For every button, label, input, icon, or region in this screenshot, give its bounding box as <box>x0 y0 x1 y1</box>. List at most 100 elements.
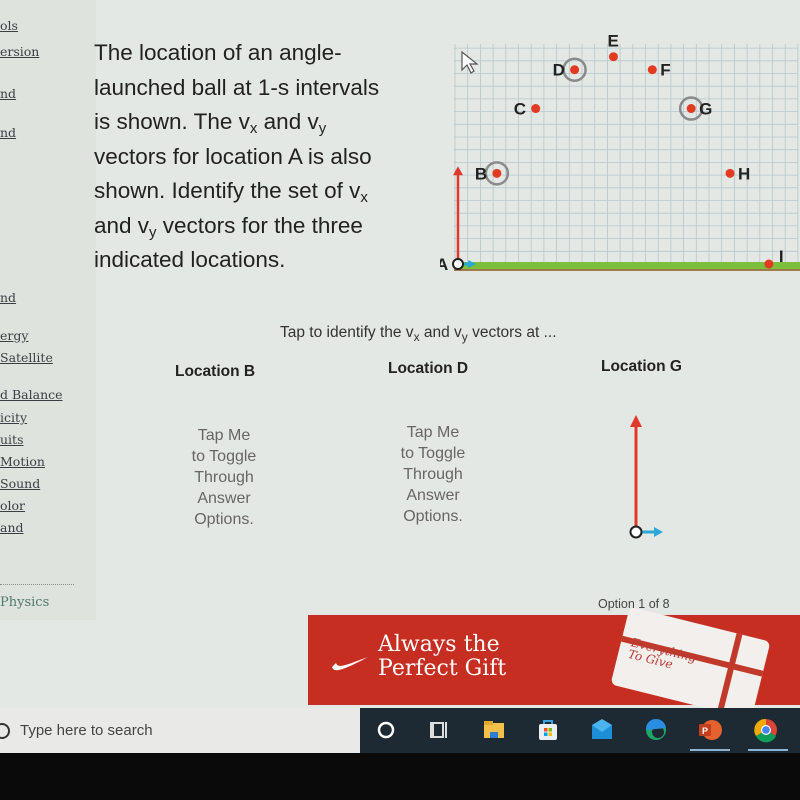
ball-marker <box>629 525 643 539</box>
trajectory-point <box>531 104 541 114</box>
grass-ground <box>454 262 800 269</box>
trajectory-point <box>570 65 580 75</box>
question-line: The location of an angle- <box>94 40 342 65</box>
chrome-icon[interactable] <box>752 716 780 744</box>
location-d-heading: Location D <box>388 360 469 377</box>
vy-arrowhead <box>453 166 463 176</box>
vy-arrowhead <box>630 415 642 427</box>
sidebar-link[interactable]: nd <box>0 290 16 305</box>
windows-taskbar: Type here to search P <box>0 708 800 753</box>
text: and v <box>94 212 150 238</box>
location-b-heading: Location B <box>175 363 256 380</box>
text: vectors at ... <box>467 324 557 341</box>
location-d-toggle[interactable]: Tap Me to Toggle Through Answer Options. <box>378 422 488 527</box>
gift-card-text: Everything To Give <box>627 635 698 675</box>
mouse-cursor-icon <box>461 50 479 74</box>
gift-card-image: Everything To Give <box>610 606 771 708</box>
point-label: G <box>699 100 712 119</box>
sidebar-link[interactable]: icity <box>0 410 27 425</box>
instruction-prompt: Tap to identify the vx and vy vectors at… <box>280 324 557 343</box>
sidebar-link[interactable]: uits <box>0 432 24 447</box>
trajectory-point <box>764 259 774 269</box>
trajectory-figure: A B C D E F G H I <box>440 32 800 274</box>
question-line: and vy vectors for the three <box>94 209 434 244</box>
sidebar-link[interactable]: Sound <box>0 476 40 491</box>
sidebar-link[interactable]: olor <box>0 498 25 513</box>
ad-line: Perfect Gift <box>378 656 507 681</box>
toggle-text: Answer <box>406 487 460 504</box>
point-label: B <box>475 164 487 183</box>
point-label: D <box>553 61 565 80</box>
toggle-text: Options. <box>194 511 254 528</box>
sidebar-link[interactable]: and <box>0 520 24 535</box>
subscript: y <box>149 223 157 241</box>
point-label: E <box>607 32 618 51</box>
trajectory-point <box>686 104 696 114</box>
file-explorer-icon[interactable] <box>480 716 508 744</box>
launch-point <box>452 258 464 270</box>
point-label: H <box>738 164 750 183</box>
powerpoint-icon[interactable]: P <box>696 716 724 744</box>
text: and v <box>419 324 462 341</box>
sidebar-nav: ols ersion nd nd nd ergy Satellite d Bal… <box>0 0 96 620</box>
edge-icon[interactable] <box>642 716 670 744</box>
taskbar-icons: P <box>360 708 800 753</box>
active-app-indicator <box>690 749 730 751</box>
trajectory-point <box>492 168 502 178</box>
location-b-toggle[interactable]: Tap Me to Toggle Through Answer Options. <box>169 425 279 530</box>
sidebar-link[interactable]: Motion <box>0 454 45 469</box>
ad-headline: Always the Perfect Gift <box>378 633 506 681</box>
sidebar-footer-label: Physics <box>0 595 50 610</box>
text: shown. Identify the set of v <box>94 178 361 203</box>
search-placeholder: Type here to search <box>20 722 153 739</box>
sidebar-link[interactable]: d Balance <box>0 387 63 402</box>
sidebar-link[interactable]: ergy <box>0 328 28 343</box>
toggle-text: Through <box>194 469 254 486</box>
browser-page: ols ersion nd nd nd ergy Satellite d Bal… <box>0 0 800 708</box>
text: is shown. The v <box>94 109 250 134</box>
taskbar-search[interactable]: Type here to search <box>0 708 360 753</box>
vector-at-a <box>453 166 477 268</box>
trajectory-point <box>608 52 618 62</box>
store-icon[interactable] <box>534 716 562 744</box>
sidebar-link[interactable]: ols <box>0 18 18 33</box>
sidebar-link[interactable]: nd <box>0 86 16 101</box>
toggle-text: Answer <box>197 490 251 507</box>
nike-ad-banner[interactable]: Always the Perfect Gift Everything To Gi… <box>308 606 800 708</box>
question-line: shown. Identify the set of vx <box>94 174 434 209</box>
toggle-text: to Toggle <box>400 445 466 462</box>
point-label: F <box>660 61 670 80</box>
question-line: is shown. The vx and vy <box>94 105 434 140</box>
trajectory-point <box>647 65 657 75</box>
grid <box>454 44 799 265</box>
trajectory-points: A B C D E F G H I <box>440 32 784 274</box>
svg-text:P: P <box>702 726 708 736</box>
ground-edge <box>454 269 800 271</box>
text: and v <box>257 109 319 134</box>
question-line: indicated locations. <box>94 247 286 272</box>
question-line: launched ball at 1-s intervals <box>94 74 380 100</box>
nike-swoosh-icon <box>332 657 368 671</box>
mail-icon[interactable] <box>588 716 616 744</box>
search-icon <box>0 723 10 739</box>
question-text: The location of an angle- launched ball … <box>94 36 434 278</box>
ad-line: Always the <box>378 632 500 657</box>
subscript: y <box>318 120 327 137</box>
toggle-text: Through <box>403 466 463 483</box>
sidebar-divider <box>0 584 74 585</box>
text: vectors for the three <box>156 212 363 238</box>
sidebar-link[interactable]: ersion <box>0 44 39 59</box>
task-view-icon[interactable] <box>426 716 454 744</box>
toggle-text: Tap Me <box>406 424 460 441</box>
toggle-text: to Toggle <box>191 448 257 465</box>
toggle-text: Options. <box>403 508 463 525</box>
cortana-icon[interactable] <box>372 716 400 744</box>
sidebar-link[interactable]: Satellite <box>0 350 53 365</box>
location-g-toggle[interactable] <box>590 405 670 545</box>
subscript: x <box>360 189 368 206</box>
point-label: I <box>779 247 784 266</box>
sidebar-link[interactable]: nd <box>0 125 16 140</box>
text: Tap to identify the v <box>280 324 414 341</box>
active-app-indicator <box>748 749 788 751</box>
point-label: C <box>514 100 526 119</box>
